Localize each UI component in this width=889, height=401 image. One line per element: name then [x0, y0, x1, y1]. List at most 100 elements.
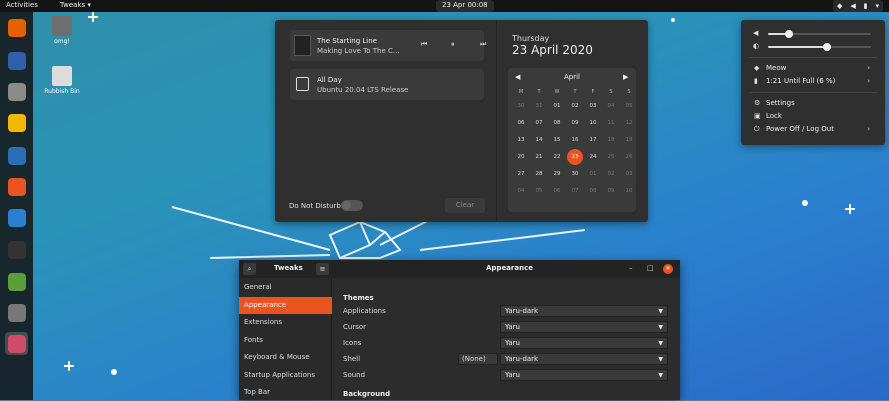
calendar-day[interactable]: 12	[621, 115, 637, 131]
calendar-day[interactable]: 08	[549, 115, 565, 131]
next-track-icon[interactable]: ⏭	[480, 40, 486, 49]
dock-item-rhythmbox[interactable]	[5, 111, 28, 134]
calendar-day[interactable]: 29	[549, 166, 565, 182]
calendar-day[interactable]: 26	[621, 149, 637, 165]
calendar-day[interactable]: 13	[513, 132, 529, 148]
calendar-day[interactable]: 01	[549, 98, 565, 114]
battery-menu-item[interactable]: ▮ 1:21 Until Full (6 %) ›	[741, 76, 885, 88]
volume-slider-knob[interactable]	[784, 30, 793, 38]
calendar-day[interactable]: 08	[585, 183, 601, 199]
dock-item-extension[interactable]	[5, 270, 28, 293]
dock-item-writer[interactable]	[5, 144, 28, 167]
network-menu-item[interactable]: ◆ Meow ›	[741, 63, 885, 75]
maximize-icon[interactable]: □	[647, 264, 654, 272]
shell-none-button[interactable]: (None)	[458, 353, 498, 365]
sidebar-item-fonts[interactable]: Fonts	[239, 332, 332, 349]
brightness-slider[interactable]	[768, 43, 871, 51]
sidebar-item-general[interactable]: General	[239, 279, 332, 296]
previous-track-icon[interactable]: ⏮	[421, 40, 427, 49]
calendar-day[interactable]: 11	[603, 115, 619, 131]
dock-item-settings[interactable]	[5, 301, 28, 324]
calendar-day[interactable]: 03	[585, 98, 601, 114]
minimize-icon[interactable]: –	[629, 264, 633, 272]
calendar-day[interactable]: 22	[549, 149, 565, 165]
lock-menu-item[interactable]: ▣ Lock	[741, 111, 885, 123]
calendar-day[interactable]: 21	[531, 149, 547, 165]
system-status-button[interactable]: ◆ ◀ ▮ ▾	[833, 0, 883, 12]
calendar-day[interactable]: 02	[603, 166, 619, 182]
desktop-icon-home-folder[interactable]: omg!	[40, 16, 84, 45]
volume-slider-row: ◀	[741, 28, 885, 40]
next-month-icon[interactable]: ▶	[623, 73, 628, 81]
dock-item-software[interactable]	[5, 175, 28, 198]
sidebar-item-appearance[interactable]: Appearance	[239, 296, 332, 314]
calendar-day[interactable]: 19	[621, 132, 637, 148]
calendar-day[interactable]: 27	[513, 166, 529, 182]
calendar-day[interactable]: 07	[531, 115, 547, 131]
calendar-day[interactable]: 18	[603, 132, 619, 148]
calendar-day[interactable]: 14	[531, 132, 547, 148]
shell-theme-select[interactable]: Yaru-dark ▼	[500, 353, 668, 365]
calendar-day[interactable]: 02	[567, 98, 583, 114]
shell-none-label: (None)	[462, 355, 486, 363]
dock-item-help[interactable]	[5, 206, 28, 229]
event-card[interactable]: All Day Ubuntu 20.04 LTS Release	[290, 69, 484, 100]
search-icon[interactable]: ⌕	[243, 263, 256, 275]
calendar-day[interactable]: 10	[585, 115, 601, 131]
desktop-icon-rubbish-bin[interactable]: Rubbish Bin	[40, 66, 84, 95]
sidebar-item-startup-applications[interactable]: Startup Applications	[239, 367, 332, 384]
select-value: Yaru	[505, 339, 520, 347]
calendar-day[interactable]: 30	[513, 98, 529, 114]
calendar-day[interactable]: 16	[567, 132, 583, 148]
do-not-disturb-toggle[interactable]	[341, 200, 363, 211]
calendar-day[interactable]: 07	[567, 183, 583, 199]
calendar-day[interactable]: 01	[585, 166, 601, 182]
calendar-day[interactable]: 17	[585, 132, 601, 148]
calendar-day[interactable]: 05	[531, 183, 547, 199]
calendar-day[interactable]: 09	[603, 183, 619, 199]
volume-slider[interactable]	[768, 30, 871, 38]
media-player-card[interactable]: The Starting Line Making Love To The C..…	[290, 30, 486, 61]
calendar-day[interactable]: 04	[513, 183, 529, 199]
calendar-day[interactable]: 24	[585, 149, 601, 165]
calendar-day[interactable]: 05	[621, 98, 637, 114]
dock-item-thunderbird[interactable]	[5, 49, 28, 72]
calendar-day[interactable]: 06	[549, 183, 565, 199]
dock-item-firefox[interactable]	[5, 16, 28, 39]
calendar-day[interactable]: 31	[531, 98, 547, 114]
sound-theme-select[interactable]: Yaru ▼	[500, 369, 668, 381]
calendar-day[interactable]: 28	[531, 166, 547, 182]
calendar-day[interactable]: 03	[621, 166, 637, 182]
clock-button[interactable]: 23 Apr 00:08	[436, 0, 494, 12]
hamburger-menu-icon[interactable]: ≡	[316, 263, 329, 275]
close-icon[interactable]: ✕	[663, 264, 673, 274]
sidebar-item-keyboard-mouse[interactable]: Keyboard & Mouse	[239, 349, 332, 366]
calendar-day[interactable]: 15	[549, 132, 565, 148]
calendar-day[interactable]: 06	[513, 115, 529, 131]
clear-button[interactable]: Clear	[445, 198, 485, 213]
tweaks-icon	[7, 334, 26, 353]
activities-button[interactable]: Activities	[6, 1, 38, 9]
calendar-day[interactable]: 04	[603, 98, 619, 114]
icons-theme-select[interactable]: Yaru ▼	[500, 337, 668, 349]
calendar-day[interactable]: 25	[603, 149, 619, 165]
calendar-day[interactable]: 20	[513, 149, 529, 165]
brightness-icon: ◐	[753, 42, 760, 50]
dock-item-terminal[interactable]	[5, 238, 28, 261]
pause-icon[interactable]: ⏸	[451, 40, 455, 49]
cursor-theme-select[interactable]: Yaru ▼	[500, 321, 668, 333]
date-label[interactable]: 23 April 2020	[512, 43, 593, 57]
settings-menu-item[interactable]: ⚙ Settings	[741, 98, 885, 110]
power-menu-item[interactable]: ⏻ Power Off / Log Out ›	[741, 124, 885, 136]
app-menu-button[interactable]: Tweaks ▾	[60, 1, 91, 9]
calendar-day[interactable]: 30	[567, 166, 583, 182]
brightness-slider-knob[interactable]	[822, 43, 831, 51]
calendar-day[interactable]: 23	[567, 149, 583, 165]
calendar-day[interactable]: 09	[567, 115, 583, 131]
dock-item-files[interactable]	[5, 80, 28, 103]
applications-theme-select[interactable]: Yaru-dark ▼	[500, 305, 668, 317]
dock-item-tweaks[interactable]	[5, 332, 28, 355]
sidebar-item-extensions[interactable]: Extensions	[239, 314, 332, 331]
calendar-day[interactable]: 10	[621, 183, 637, 199]
sidebar-item-top-bar[interactable]: Top Bar	[239, 384, 332, 401]
